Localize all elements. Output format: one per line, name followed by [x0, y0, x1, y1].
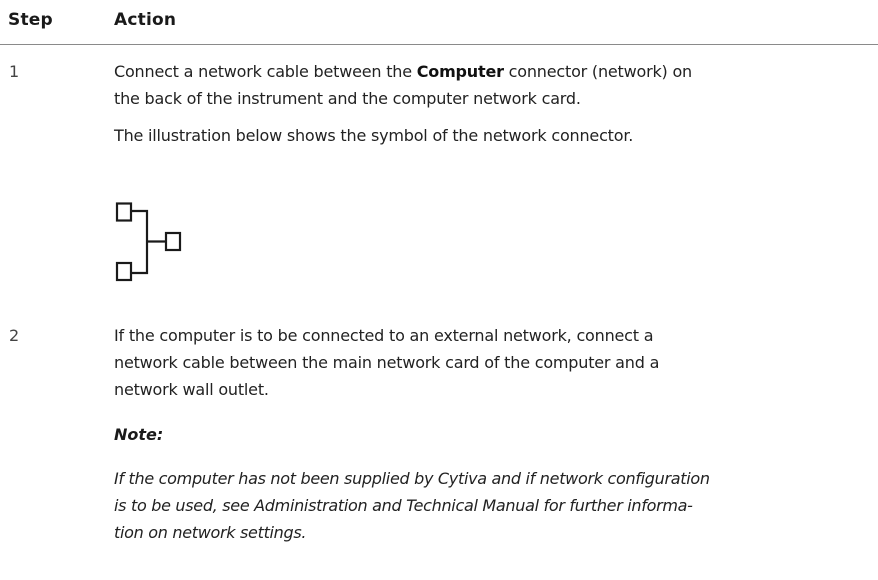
network-connector-symbol-icon	[115, 202, 182, 282]
header-action: Action	[114, 10, 177, 30]
step-1-number: 1	[9, 62, 20, 81]
document-page: Step Action 1 Connect a network cable be…	[0, 0, 878, 580]
step-2-instruction-line2: network cable between the main network c…	[114, 353, 660, 372]
step-2-number: 2	[9, 326, 20, 345]
step-1-illustration-caption: The illustration below shows the symbol …	[114, 126, 634, 145]
table-header: Step Action	[0, 0, 878, 45]
note-text-line3: tion on network settings.	[114, 523, 307, 542]
step-1-instruction: Connect a network cable between the Comp…	[114, 59, 854, 84]
note-text-line1: If the computer has not been supplied by…	[114, 469, 710, 488]
header-step: Step	[8, 10, 53, 30]
step-2-instruction-line3: network wall outlet.	[114, 380, 269, 399]
step-2-instruction-line1: If the computer is to be connected to an…	[114, 326, 654, 345]
note-text-line2: is to be used, see Administration and Te…	[114, 496, 693, 515]
step-1-instruction-line2: the back of the instrument and the compu…	[114, 89, 581, 108]
step-1-text-before: Connect a network cable between the	[114, 62, 417, 81]
note-title: Note:	[114, 425, 164, 444]
step-1-text-after: connector (network) on	[503, 62, 693, 81]
step-1-bold-computer: Computer	[416, 62, 504, 81]
